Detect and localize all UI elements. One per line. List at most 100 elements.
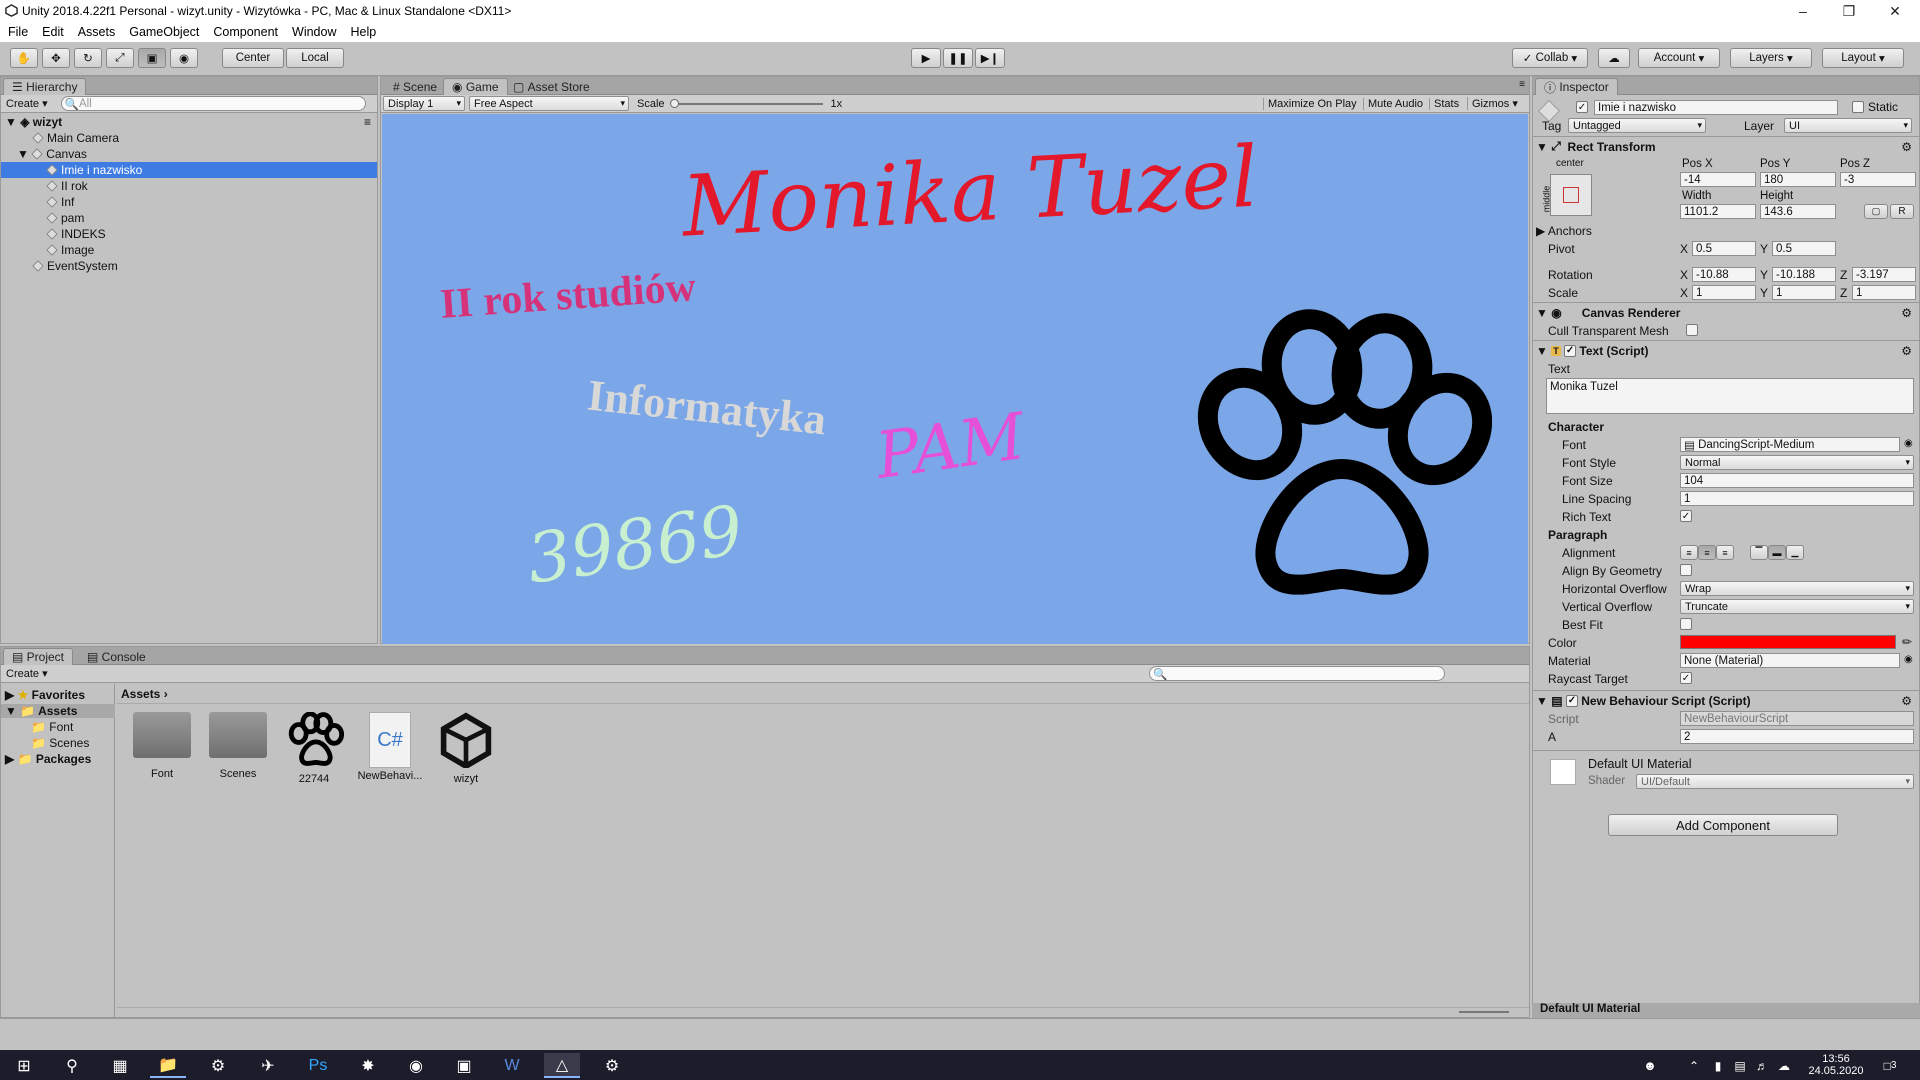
scene-menu-icon[interactable]: ≡ [364, 115, 371, 129]
text-enabled-checkbox[interactable]: ✓ [1564, 344, 1577, 357]
anchor-preset-button[interactable] [1550, 174, 1592, 216]
app-icon[interactable]: ✸ [350, 1053, 386, 1078]
v-overflow-dropdown[interactable]: Truncate [1680, 599, 1914, 614]
width-field[interactable]: 1101.2 [1680, 204, 1756, 219]
asset-item[interactable]: wizyt [431, 712, 501, 785]
hierarchy-item[interactable]: Inf [1, 194, 377, 210]
hierarchy-item[interactable]: INDEKS [1, 226, 377, 242]
onedrive-icon[interactable]: ☁ [1774, 1053, 1794, 1078]
panel-menu-icon[interactable]: ≡ [1519, 79, 1525, 90]
transform-tool-button[interactable]: ◉ [170, 48, 198, 68]
breadcrumb-assets[interactable]: Assets [121, 687, 160, 701]
scale-slider-thumb[interactable] [669, 98, 679, 108]
clock[interactable]: 13:56 24.05.2020 [1806, 1053, 1866, 1077]
component-settings-icon[interactable]: ⚙ [1901, 694, 1912, 708]
tag-dropdown[interactable]: Untagged [1568, 118, 1706, 133]
hierarchy-item[interactable]: ▼ Canvas [1, 146, 377, 162]
font-size-field[interactable]: 104 [1680, 473, 1914, 488]
scale-y-field[interactable]: 1 [1772, 285, 1836, 300]
collab-dropdown[interactable]: ✓ Collab ▾ [1512, 48, 1588, 68]
layer-dropdown[interactable]: UI [1784, 118, 1912, 133]
unity-taskbar-icon[interactable]: △ [544, 1053, 580, 1078]
cloud-button[interactable]: ☁ [1598, 48, 1630, 68]
hierarchy-item-selected[interactable]: Imie i nazwisko [1, 162, 377, 178]
a-field[interactable]: 2 [1680, 729, 1914, 744]
behaviour-enabled-checkbox[interactable]: ✓ [1565, 694, 1578, 707]
chrome-icon[interactable]: ◉ [398, 1053, 434, 1078]
stats-toggle[interactable]: Stats [1429, 97, 1463, 110]
hierarchy-create-button[interactable]: Create ▾ [1, 97, 53, 110]
app-icon[interactable]: ✈ [250, 1053, 286, 1078]
hierarchy-item[interactable]: II rok [1, 178, 377, 194]
rect-tool-button[interactable]: ▣ [138, 48, 166, 68]
align-top-button[interactable]: ▔ [1750, 545, 1768, 560]
space-local-button[interactable]: Local [286, 48, 344, 68]
project-create-button[interactable]: Create ▾ [1, 667, 53, 680]
text-script-header[interactable]: ▼ T ✓ Text (Script) ⚙ [1532, 340, 1920, 360]
game-view[interactable]: Monika Tuzel II rok studiów Informatyka … [382, 114, 1528, 644]
best-fit-checkbox[interactable] [1680, 618, 1692, 630]
layout-dropdown[interactable]: Layout ▾ [1822, 48, 1904, 68]
hierarchy-item[interactable]: pam [1, 210, 377, 226]
behaviour-script-header[interactable]: ▼ ▤ ✓ New Behaviour Script (Script) ⚙ [1532, 690, 1920, 710]
project-search-input[interactable]: 🔍 [1149, 666, 1445, 681]
hierarchy-item[interactable]: EventSystem [1, 258, 377, 274]
minimize-button[interactable]: – [1780, 0, 1826, 22]
menu-gameobject[interactable]: GameObject [129, 25, 199, 39]
hierarchy-item[interactable]: Main Camera [1, 130, 377, 146]
app-icon[interactable]: ▣ [446, 1053, 482, 1078]
tab-scene[interactable]: # Scene [385, 78, 445, 95]
tab-game[interactable]: ◉ Game [443, 78, 508, 95]
posy-field[interactable]: 180 [1760, 172, 1836, 187]
mute-audio-toggle[interactable]: Mute Audio [1363, 97, 1427, 110]
asset-item[interactable]: Font [127, 712, 197, 780]
text-value-field[interactable]: Monika Tuzel [1546, 378, 1914, 414]
posx-field[interactable]: -14 [1680, 172, 1756, 187]
align-center-button[interactable]: ≡ [1698, 545, 1716, 560]
hierarchy-item[interactable]: Image [1, 242, 377, 258]
add-component-button[interactable]: Add Component [1608, 814, 1838, 836]
notification-icon[interactable]: □ 3 [1872, 1053, 1908, 1078]
align-bottom-button[interactable]: ▁ [1786, 545, 1804, 560]
font-style-dropdown[interactable]: Normal [1680, 455, 1914, 470]
maximize-button[interactable]: ❐ [1826, 0, 1872, 22]
file-explorer-icon[interactable]: 📁 [150, 1053, 186, 1078]
shader-dropdown[interactable]: UI/Default [1636, 774, 1914, 789]
menu-assets[interactable]: Assets [78, 25, 116, 39]
maximize-on-play-toggle[interactable]: Maximize On Play [1263, 97, 1361, 110]
icon-size-slider[interactable] [1459, 1011, 1509, 1013]
hierarchy-search-input[interactable]: 🔍 All [60, 96, 366, 111]
battery-icon[interactable]: ▮ [1708, 1053, 1728, 1078]
scale-x-field[interactable]: 1 [1692, 285, 1756, 300]
scene-row[interactable]: ▼ ◈ wizyt ≡ [1, 114, 377, 130]
anchors-foldout[interactable]: ▶ Anchors [1536, 224, 1592, 238]
play-button[interactable]: ▶ [911, 48, 941, 68]
h-overflow-dropdown[interactable]: Wrap [1680, 581, 1914, 596]
posz-field[interactable]: -3 [1840, 172, 1916, 187]
packages-item[interactable]: ▶ 📁 Packages [5, 752, 91, 766]
asset-item[interactable]: Scenes [203, 712, 273, 780]
blueprint-mode-button[interactable]: ▢ [1864, 204, 1888, 219]
app-icon[interactable]: ⚙ [200, 1053, 236, 1078]
account-dropdown[interactable]: Account ▾ [1638, 48, 1720, 68]
color-swatch[interactable] [1680, 635, 1896, 649]
menu-file[interactable]: File [8, 25, 28, 39]
word-icon[interactable]: W [494, 1053, 530, 1078]
active-checkbox[interactable]: ✓ [1576, 101, 1588, 113]
folder-item-scenes[interactable]: 📁 Scenes [31, 736, 89, 750]
settings-icon[interactable]: ⚙ [594, 1053, 630, 1078]
windows-start-icon[interactable]: ⊞ [6, 1053, 42, 1078]
close-button[interactable]: ✕ [1872, 0, 1918, 22]
tab-hierarchy[interactable]: ☰ Hierarchy [3, 78, 87, 95]
component-settings-icon[interactable]: ⚙ [1901, 140, 1912, 154]
people-icon[interactable]: ☻ [1640, 1053, 1660, 1078]
menu-component[interactable]: Component [213, 25, 278, 39]
rotation-y-field[interactable]: -10.188 [1772, 267, 1836, 282]
align-geometry-checkbox[interactable] [1680, 564, 1692, 576]
canvas-renderer-header[interactable]: ▼ ◉ Canvas Renderer ⚙ [1532, 302, 1920, 322]
height-field[interactable]: 143.6 [1760, 204, 1836, 219]
rich-text-checkbox[interactable]: ✓ [1680, 510, 1692, 522]
menu-window[interactable]: Window [292, 25, 336, 39]
raycast-checkbox[interactable]: ✓ [1680, 672, 1692, 684]
component-settings-icon[interactable]: ⚙ [1901, 344, 1912, 358]
